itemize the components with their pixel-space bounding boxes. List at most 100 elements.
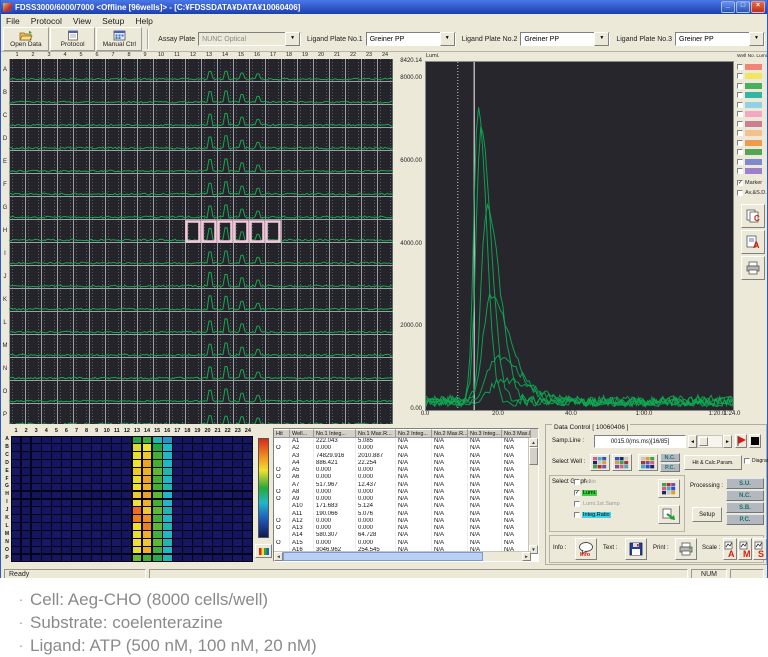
heatmap-cell[interactable] <box>213 492 222 499</box>
heatmap-cell[interactable] <box>233 555 242 562</box>
heatmap-cell[interactable] <box>173 492 182 499</box>
ligand-plate-2-select[interactable]: Greiner PP▼ <box>520 32 610 46</box>
heatmap-cell[interactable] <box>12 547 21 554</box>
heatmap-cell[interactable] <box>183 484 192 491</box>
heatmap-cell[interactable] <box>243 539 252 546</box>
assay-plate-select[interactable]: NUNC Optical ▼ <box>198 32 301 46</box>
heatmap-cell[interactable] <box>153 468 162 475</box>
heatmap-cell[interactable] <box>122 555 131 562</box>
heatmap-cell[interactable] <box>183 452 192 459</box>
heatmap-cell[interactable] <box>163 531 172 538</box>
heatmap-cell[interactable] <box>62 452 71 459</box>
open-data-button[interactable]: Open Data <box>3 27 49 51</box>
stop-button[interactable] <box>749 434 761 448</box>
heatmap-cell[interactable] <box>92 452 101 459</box>
heatmap-cell[interactable] <box>153 492 162 499</box>
heatmap-cell[interactable] <box>92 507 101 514</box>
table-header-cell[interactable]: Hit <box>274 429 290 438</box>
heatmap-cell[interactable] <box>223 437 232 444</box>
heatmap-cell[interactable] <box>82 523 91 530</box>
heatmap-cell[interactable] <box>122 523 131 530</box>
heatmap-cell[interactable] <box>92 468 101 475</box>
heatmap-cell[interactable] <box>112 452 121 459</box>
heatmap-cell[interactable] <box>133 460 142 467</box>
heatmap-cell[interactable] <box>82 507 91 514</box>
heatmap-cell[interactable] <box>12 539 21 546</box>
menu-setup[interactable]: Setup <box>102 16 124 26</box>
heatmap-cell[interactable] <box>22 515 31 522</box>
heatmap-cell[interactable] <box>72 515 81 522</box>
heatmap-cell[interactable] <box>233 507 242 514</box>
heatmap-cell[interactable] <box>92 484 101 491</box>
heatmap-cell[interactable] <box>233 452 242 459</box>
heatmap-cell[interactable] <box>32 468 41 475</box>
heatmap-cell[interactable] <box>223 507 232 514</box>
select-well-group-button[interactable] <box>612 454 632 471</box>
heatmap-cell[interactable] <box>223 492 232 499</box>
heatmap-cell[interactable] <box>213 547 222 554</box>
heatmap-cell[interactable] <box>102 484 111 491</box>
heatmap-cell[interactable] <box>122 547 131 554</box>
well-legend-checkbox[interactable] <box>737 92 743 98</box>
heatmap-cell[interactable] <box>173 547 182 554</box>
play-flag-button[interactable] <box>735 434 747 448</box>
menu-protocol[interactable]: Protocol <box>31 16 62 26</box>
heatmap-cell[interactable] <box>153 460 162 467</box>
table-row[interactable]: OA50.0000.000N/AN/AN/AN/A <box>274 467 538 474</box>
heatmap-cell[interactable] <box>183 468 192 475</box>
heatmap-cell[interactable] <box>203 492 212 499</box>
heatmap-grid[interactable] <box>11 436 253 562</box>
graph-option-checkbox[interactable] <box>574 512 580 518</box>
well-grid[interactable] <box>9 59 393 427</box>
table-header-cell[interactable]: No.1 Max.R... <box>356 429 396 438</box>
heatmap-cell[interactable] <box>213 476 222 483</box>
heatmap-cell[interactable] <box>42 523 51 530</box>
heatmap-cell[interactable] <box>153 444 162 451</box>
heatmap-cell[interactable] <box>233 539 242 546</box>
heatmap-cell[interactable] <box>82 500 91 507</box>
processing-pc-button[interactable]: P.C. <box>726 514 764 525</box>
heatmap-cell[interactable] <box>223 476 232 483</box>
heatmap-cell[interactable] <box>223 484 232 491</box>
heatmap-cell[interactable] <box>32 523 41 530</box>
avsd-checkbox[interactable] <box>737 190 743 196</box>
heatmap-cell[interactable] <box>213 507 222 514</box>
heatmap-cell[interactable] <box>223 444 232 451</box>
heatmap-cell[interactable] <box>102 492 111 499</box>
heatmap-cell[interactable] <box>22 452 31 459</box>
marker-checkbox-row[interactable]: ✓ Marker <box>737 180 762 186</box>
heatmap-cell[interactable] <box>203 460 212 467</box>
heatmap-cell[interactable] <box>213 515 222 522</box>
heatmap-cell[interactable] <box>22 547 31 554</box>
heatmap-cell[interactable] <box>153 515 162 522</box>
heatmap-cell[interactable] <box>173 484 182 491</box>
heatmap-cell[interactable] <box>92 547 101 554</box>
heatmap-cell[interactable] <box>72 468 81 475</box>
heatmap-cell[interactable] <box>32 539 41 546</box>
well-legend-checkbox[interactable] <box>737 64 743 70</box>
processing-nc-button[interactable]: N.C. <box>726 490 764 501</box>
heatmap-cell[interactable] <box>62 468 71 475</box>
heatmap-cell[interactable] <box>42 492 51 499</box>
well-legend-checkbox[interactable] <box>737 159 743 165</box>
heatmap-cell[interactable] <box>183 531 192 538</box>
heatmap-cell[interactable] <box>183 515 192 522</box>
hit-calc-param-button[interactable]: Hit & Calc.Param. <box>684 455 742 470</box>
heatmap-cell[interactable] <box>193 492 202 499</box>
table-row[interactable]: OA120.0000.000N/AN/AN/AN/A <box>274 518 538 525</box>
heatmap-cell[interactable] <box>163 476 172 483</box>
heatmap-cell[interactable] <box>62 531 71 538</box>
heatmap-cell[interactable] <box>22 460 31 467</box>
heatmap-cell[interactable] <box>203 507 212 514</box>
heatmap-cell[interactable] <box>153 507 162 514</box>
heatmap-cell[interactable] <box>42 484 51 491</box>
pc-button[interactable]: P.C. <box>660 463 680 472</box>
heatmap-cell[interactable] <box>203 444 212 451</box>
minimize-button[interactable]: _ <box>721 1 735 13</box>
heatmap-cell[interactable] <box>102 437 111 444</box>
heatmap-cell[interactable] <box>12 476 21 483</box>
heatmap-cell[interactable] <box>52 444 61 451</box>
heatmap-cell[interactable] <box>233 492 242 499</box>
heatmap-cell[interactable] <box>173 507 182 514</box>
heatmap-cell[interactable] <box>92 523 101 530</box>
